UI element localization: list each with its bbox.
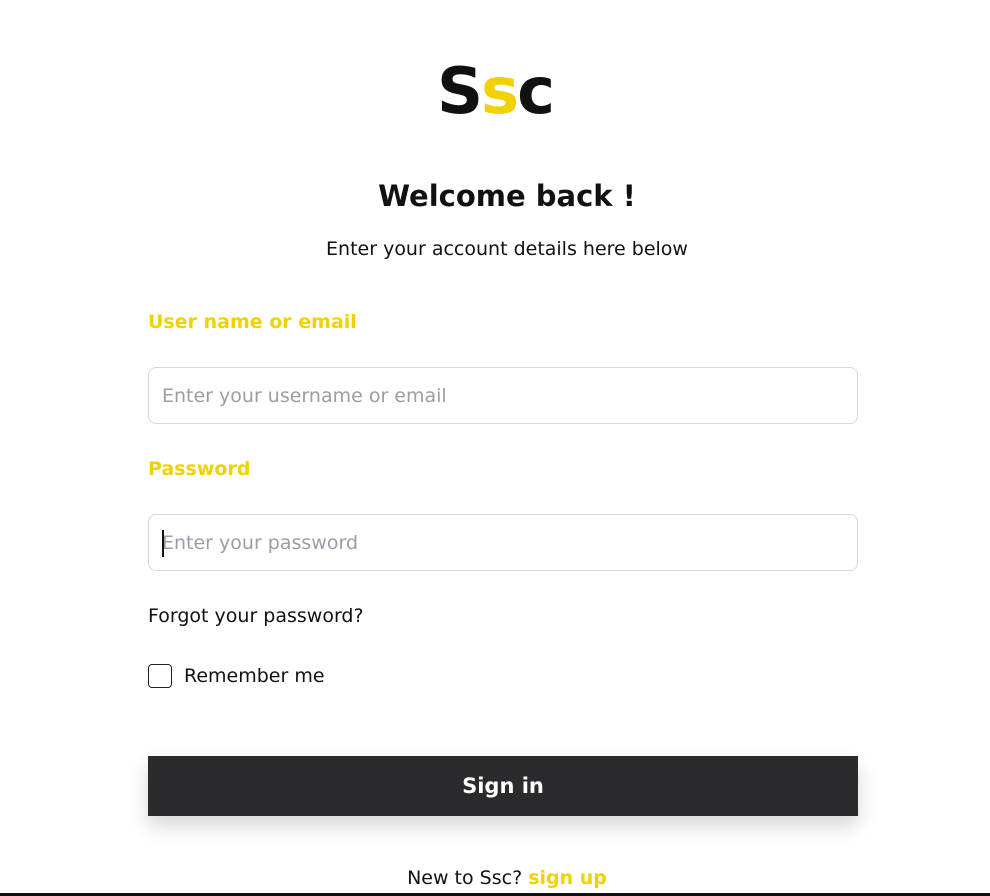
sign-up-link[interactable]: sign up bbox=[528, 867, 607, 889]
username-label: User name or email bbox=[148, 311, 357, 333]
remember-me-row: Remember me bbox=[148, 662, 325, 690]
logo-letter-s-accent: s bbox=[481, 55, 519, 129]
logo-letter-s: S bbox=[436, 55, 483, 129]
logo-letter-c: c bbox=[517, 55, 555, 129]
password-input[interactable] bbox=[149, 515, 857, 570]
remember-me-label: Remember me bbox=[184, 665, 325, 687]
sign-in-button[interactable]: Sign in bbox=[148, 756, 858, 816]
username-input[interactable] bbox=[149, 368, 857, 423]
logo: Ssc bbox=[0, 52, 990, 132]
signup-prompt: New to Ssc? sign up bbox=[12, 864, 990, 892]
signup-prompt-text: New to Ssc? bbox=[407, 867, 523, 889]
username-field bbox=[148, 367, 858, 424]
forgot-password-link[interactable]: Forgot your password? bbox=[148, 602, 364, 630]
page-title: Welcome back ! bbox=[378, 179, 636, 213]
remember-me-checkbox[interactable] bbox=[148, 664, 172, 688]
text-caret bbox=[162, 530, 164, 557]
password-label: Password bbox=[148, 458, 251, 480]
page-subtitle: Enter your account details here below bbox=[326, 238, 688, 260]
password-field bbox=[148, 514, 858, 571]
